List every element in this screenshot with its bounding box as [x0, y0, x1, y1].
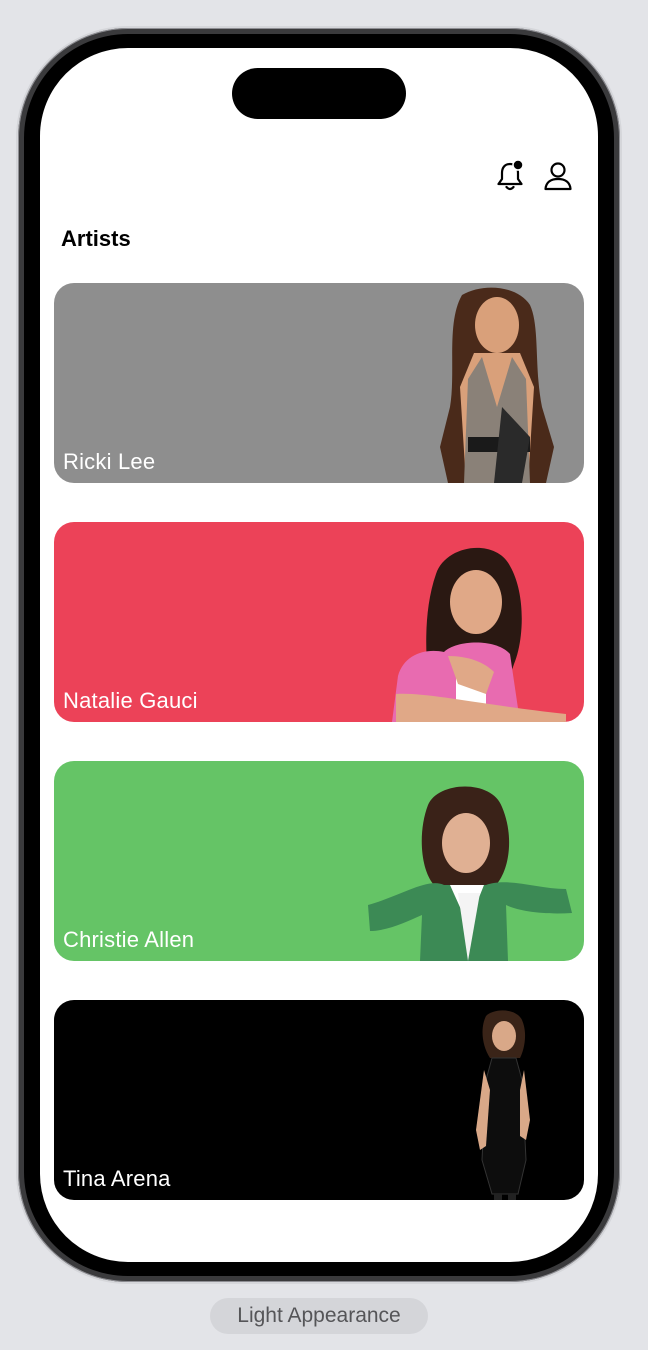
- artist-card-natalie-gauci[interactable]: Natalie Gauci: [54, 522, 584, 722]
- artist-name: Christie Allen: [63, 927, 195, 952]
- artist-photo: [368, 786, 572, 961]
- bell-notification-icon[interactable]: [492, 158, 528, 194]
- artist-card-christie-allen[interactable]: Christie Allen: [54, 761, 584, 961]
- artist-card-ricki-lee[interactable]: Ricki Lee: [54, 283, 584, 483]
- artist-name: Ricki Lee: [63, 449, 156, 474]
- artist-list: Ricki Lee Natalie Gauci Christie Allen T…: [54, 283, 584, 1239]
- artist-photo: [476, 1010, 530, 1200]
- artist-photo: [440, 287, 554, 483]
- appearance-caption: Light Appearance: [210, 1298, 428, 1334]
- artist-name: Tina Arena: [63, 1166, 171, 1191]
- dynamic-island: [232, 68, 406, 119]
- artist-card-tina-arena[interactable]: Tina Arena: [54, 1000, 584, 1200]
- artist-photo: [392, 547, 566, 722]
- section-title: Artists: [61, 226, 131, 251]
- toolbar: [492, 158, 576, 194]
- person-icon[interactable]: [540, 158, 576, 194]
- app-screen: Artists Ricki Lee Natalie Gauci Christie…: [40, 48, 598, 1262]
- artist-name: Natalie Gauci: [63, 688, 198, 713]
